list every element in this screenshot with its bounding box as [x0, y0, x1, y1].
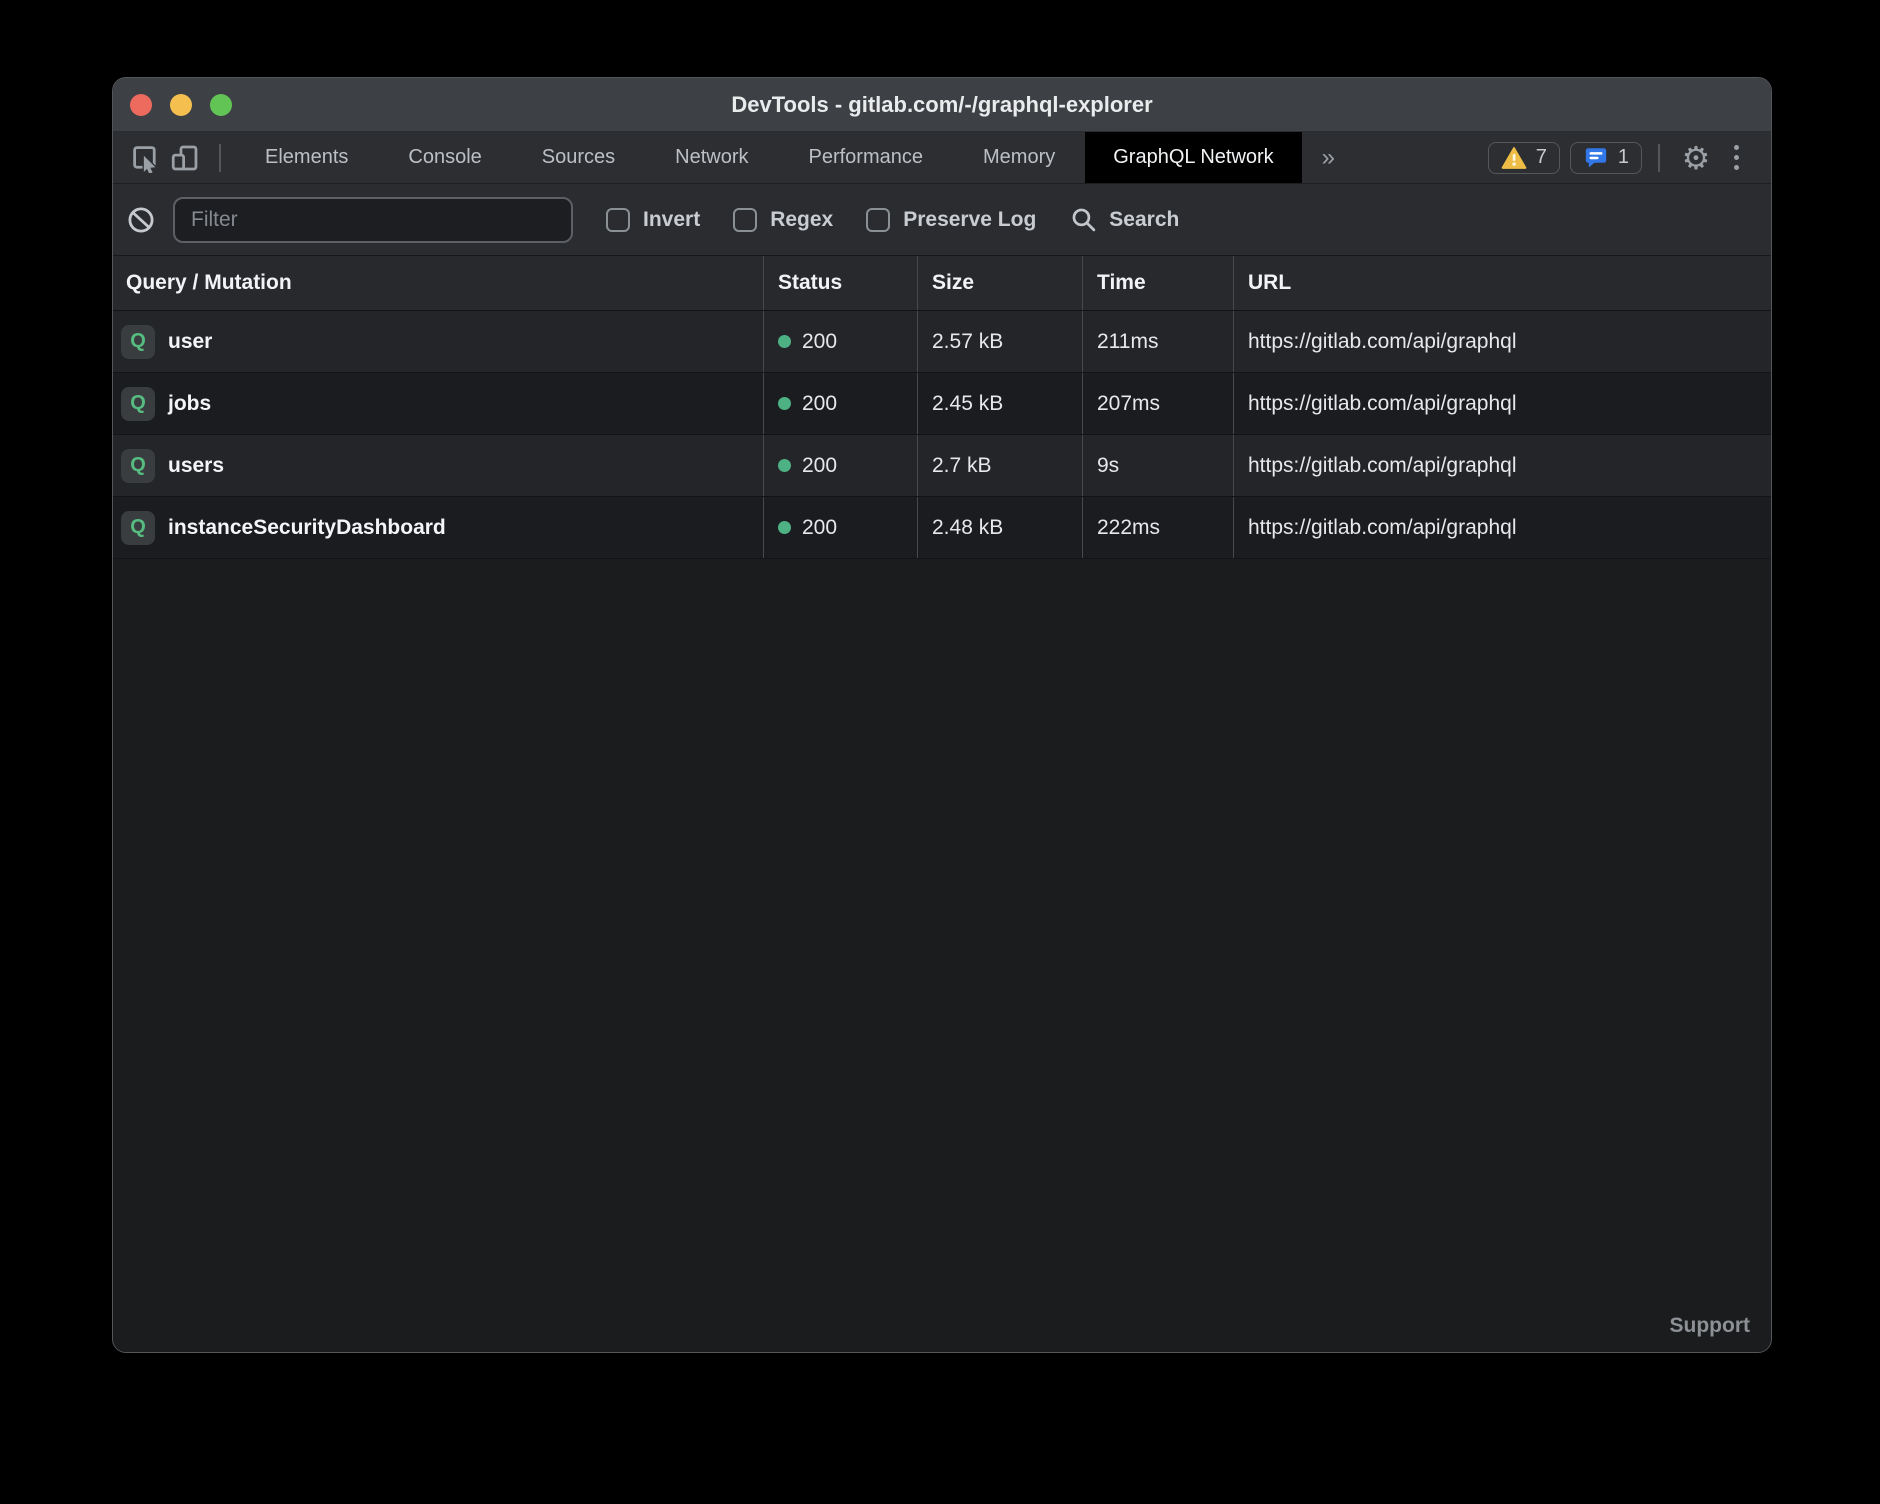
search-button[interactable]: Search	[1070, 206, 1179, 233]
table-row[interactable]: Q jobs 200 2.45 kB 207ms https://gitlab.…	[113, 373, 1771, 435]
column-header-status[interactable]: Status	[763, 256, 917, 310]
settings-button[interactable]: ⚙	[1676, 142, 1716, 174]
filter-bar: Invert Regex Preserve Log Search	[113, 184, 1771, 256]
status-ok-dot	[778, 397, 791, 410]
checkbox-label: Preserve Log	[903, 208, 1036, 232]
tab-sources[interactable]: Sources	[512, 132, 645, 183]
tab-label: Memory	[983, 146, 1055, 169]
window-title: DevTools - gitlab.com/-/graphql-explorer	[113, 78, 1771, 132]
query-type-badge: Q	[121, 511, 155, 545]
time-value: 222ms	[1082, 497, 1233, 558]
status-code: 200	[802, 516, 837, 540]
invert-checkbox[interactable]: Invert	[606, 208, 700, 232]
status-ok-dot	[778, 521, 791, 534]
checkbox-box[interactable]	[606, 208, 630, 232]
chevron-double-right-icon: »	[1322, 144, 1335, 172]
tab-performance[interactable]: Performance	[779, 132, 954, 183]
device-toolbar-button[interactable]	[165, 132, 205, 183]
time-value: 211ms	[1082, 311, 1233, 372]
time-value: 9s	[1082, 435, 1233, 496]
url-value: https://gitlab.com/api/graphql	[1233, 373, 1771, 434]
url-value: https://gitlab.com/api/graphql	[1233, 497, 1771, 558]
size-value: 2.45 kB	[917, 373, 1082, 434]
status-ok-dot	[778, 459, 791, 472]
tab-memory[interactable]: Memory	[953, 132, 1085, 183]
checkbox-label: Regex	[770, 208, 833, 232]
menu-button[interactable]	[1726, 145, 1747, 170]
support-link[interactable]: Support	[1670, 1314, 1750, 1338]
checkbox-label: Invert	[643, 208, 700, 232]
tab-graphql-network[interactable]: GraphQL Network	[1085, 132, 1301, 183]
query-name: instanceSecurityDashboard	[168, 516, 446, 540]
search-icon	[1070, 206, 1097, 233]
message-count: 1	[1618, 146, 1629, 169]
url-value: https://gitlab.com/api/graphql	[1233, 311, 1771, 372]
query-type-badge: Q	[121, 325, 155, 359]
tab-elements[interactable]: Elements	[235, 132, 378, 183]
query-name: users	[168, 454, 224, 478]
column-header-url[interactable]: URL	[1233, 256, 1771, 310]
warning-icon	[1501, 146, 1527, 170]
search-label: Search	[1109, 208, 1179, 232]
column-header-query-mutation[interactable]: Query / Mutation	[113, 256, 763, 310]
status-code: 200	[802, 392, 837, 416]
status-ok-dot	[778, 335, 791, 348]
size-value: 2.57 kB	[917, 311, 1082, 372]
regex-checkbox[interactable]: Regex	[733, 208, 833, 232]
query-type-badge: Q	[121, 449, 155, 483]
table-row[interactable]: Q instanceSecurityDashboard 200 2.48 kB …	[113, 497, 1771, 559]
tabbar-right-controls: 7 1 ⚙	[1488, 132, 1771, 183]
tab-console[interactable]: Console	[378, 132, 511, 183]
device-toolbar-icon	[170, 143, 200, 173]
tab-label: Elements	[265, 146, 348, 169]
devtools-tab-bar: Elements Console Sources Network Perform…	[113, 132, 1771, 184]
query-name: user	[168, 330, 212, 354]
inspect-element-button[interactable]	[125, 132, 165, 183]
column-header-size[interactable]: Size	[917, 256, 1082, 310]
more-tabs-button[interactable]: »	[1302, 132, 1355, 183]
warning-count: 7	[1536, 146, 1547, 169]
checkbox-box[interactable]	[733, 208, 757, 232]
table-header: Query / Mutation Status Size Time URL	[113, 256, 1771, 311]
clear-button[interactable]	[127, 206, 155, 234]
tab-label: Performance	[809, 146, 924, 169]
warnings-badge[interactable]: 7	[1488, 142, 1560, 174]
time-value: 207ms	[1082, 373, 1233, 434]
size-value: 2.48 kB	[917, 497, 1082, 558]
table-row[interactable]: Q user 200 2.57 kB 211ms https://gitlab.…	[113, 311, 1771, 373]
tab-label: Network	[675, 146, 748, 169]
toolbar-divider	[1658, 144, 1660, 172]
status-code: 200	[802, 330, 837, 354]
panel-empty-area: Support	[113, 559, 1771, 1352]
tab-label: GraphQL Network	[1113, 146, 1273, 169]
tab-network[interactable]: Network	[645, 132, 778, 183]
message-icon	[1583, 145, 1609, 171]
devtools-window: DevTools - gitlab.com/-/graphql-explorer	[112, 77, 1772, 1353]
tab-label: Console	[408, 146, 481, 169]
checkbox-box[interactable]	[866, 208, 890, 232]
size-value: 2.7 kB	[917, 435, 1082, 496]
gear-icon: ⚙	[1682, 142, 1711, 174]
request-table-body: Q user 200 2.57 kB 211ms https://gitlab.…	[113, 311, 1771, 559]
query-name: jobs	[168, 392, 211, 416]
status-code: 200	[802, 454, 837, 478]
filter-input[interactable]	[173, 197, 573, 243]
table-row[interactable]: Q users 200 2.7 kB 9s https://gitlab.com…	[113, 435, 1771, 497]
kebab-icon	[1734, 145, 1739, 150]
column-header-time[interactable]: Time	[1082, 256, 1233, 310]
title-bar: DevTools - gitlab.com/-/graphql-explorer	[113, 78, 1771, 132]
query-type-badge: Q	[121, 387, 155, 421]
url-value: https://gitlab.com/api/graphql	[1233, 435, 1771, 496]
toolbar-divider	[219, 144, 221, 172]
block-icon	[127, 206, 155, 234]
tab-label: Sources	[542, 146, 615, 169]
issues-badge[interactable]: 1	[1570, 142, 1642, 174]
preserve-log-checkbox[interactable]: Preserve Log	[866, 208, 1036, 232]
inspect-cursor-icon	[130, 143, 160, 173]
